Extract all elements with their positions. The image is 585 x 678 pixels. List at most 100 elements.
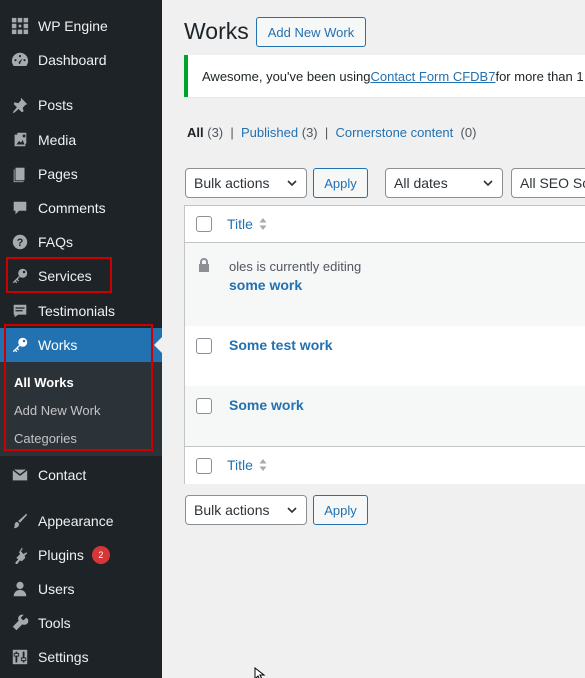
sidebar-item-label: FAQs [38,234,74,250]
settings-icon [10,647,30,667]
select-value: Bulk actions [194,502,270,518]
submenu-categories[interactable]: Categories [14,431,77,446]
sidebar-item-faqs[interactable]: ? FAQs [0,225,162,259]
pin-icon [10,95,30,115]
sidebar-item-pages[interactable]: Pages [0,157,162,191]
sidebar-item-appearance[interactable]: Appearance [0,504,162,538]
wrench-icon [10,613,30,633]
sidebar-item-label: Services [38,268,92,284]
works-submenu: All Works Add New Work Categories [0,362,162,456]
notice-link[interactable]: Contact Form CFDB7 [370,69,495,84]
pages-icon [10,164,30,184]
wpengine-icon [10,16,30,36]
testimonial-icon [10,301,30,321]
select-all-checkbox[interactable] [196,216,212,232]
row-checkbox[interactable] [196,398,212,414]
filter-separator: | [230,125,234,140]
filter-published[interactable]: Published (3) [241,125,318,140]
chevron-down-icon [287,180,297,187]
sidebar-item-settings[interactable]: Settings [0,640,162,674]
sidebar-item-label: Users [38,581,75,597]
key-icon [10,266,30,286]
sidebar-item-testimonials[interactable]: Testimonials [0,294,162,328]
key-icon [10,335,30,355]
select-value: All dates [394,175,448,191]
table-row: Some work [185,386,585,446]
sidebar-item-label: Comments [38,200,106,216]
admin-notice: Awesome, you've been using Contact Form … [184,55,585,97]
sidebar-item-label: Settings [38,649,89,665]
sidebar-item-comments[interactable]: Comments [0,191,162,225]
sidebar-item-label: Testimonials [38,303,116,319]
table-row: Some test work [185,326,585,386]
sidebar-item-tools[interactable]: Tools [0,606,162,640]
sidebar-item-wpengine[interactable]: WP Engine [0,9,162,43]
sidebar-item-label: Appearance [38,513,114,529]
chevron-down-icon [287,507,297,514]
sidebar-item-contact[interactable]: Contact [0,458,162,492]
svg-text:?: ? [17,237,24,249]
filter-cornerstone[interactable]: Cornerstone content (0) [335,125,476,140]
column-label: Title [227,216,253,232]
active-indicator [154,337,162,353]
submenu-add-new-work[interactable]: Add New Work [14,403,100,418]
table-row: oles is currently editing some work [185,243,585,326]
title-column-header[interactable]: Title [227,216,267,232]
sidebar-item-label: Posts [38,97,74,113]
sidebar-item-label: Contact [38,467,87,483]
sidebar-item-label: WP Engine [38,18,108,34]
column-label: Title [227,457,253,473]
row-title-link[interactable]: Some work [229,397,304,413]
sidebar-item-label: Plugins [38,547,84,563]
main-content: Works Add New Work Awesome, you've been … [162,0,585,678]
notice-text-suffix: for more than 1 [495,68,584,84]
sidebar-item-posts[interactable]: Posts [0,88,162,122]
title-column-footer[interactable]: Title [227,457,267,473]
mouse-cursor-icon [254,667,266,678]
sidebar-item-label: Media [38,132,77,148]
works-table: Title oles is currently editing some wor… [184,205,585,484]
status-filters: All (3) | Published (3) | Cornerstone co… [187,125,476,140]
add-new-work-button[interactable]: Add New Work [256,17,366,47]
update-count-badge: 2 [91,546,110,564]
sidebar-item-users[interactable]: Users [0,572,162,606]
apply-button-top[interactable]: Apply [313,168,368,198]
bulk-actions-select-top[interactable]: Bulk actions [185,168,307,198]
sidebar-item-works[interactable]: Works [0,328,162,362]
mail-icon [10,465,30,485]
table-header: Title [185,206,585,243]
admin-sidebar: WP Engine Dashboard Posts Media Pages Co… [0,0,162,678]
dashboard-icon [10,50,30,70]
sort-icon [259,459,267,471]
submenu-all-works[interactable]: All Works [14,375,74,390]
filter-all[interactable]: All (3) [187,125,223,140]
row-title-link[interactable]: Some test work [229,337,332,353]
plugin-icon [10,545,30,565]
row-title-link[interactable]: some work [229,277,302,293]
date-filter-select[interactable]: All dates [385,168,503,198]
sidebar-item-media[interactable]: Media [0,123,162,157]
lock-icon [199,258,209,272]
media-icon [10,130,30,150]
bulk-actions-select-bottom[interactable]: Bulk actions [185,495,307,525]
notice-text: Awesome, you've been using [202,68,371,84]
select-value: Bulk actions [194,175,270,191]
select-value: All SEO Sco [520,175,585,191]
comment-icon [10,198,30,218]
sidebar-item-label: Pages [38,166,78,182]
row-checkbox[interactable] [196,338,212,354]
page-title: Works [184,18,249,44]
sidebar-item-dashboard[interactable]: Dashboard [0,43,162,77]
sidebar-item-plugins[interactable]: Plugins 2 [0,538,162,572]
sidebar-item-services[interactable]: Services [0,259,162,293]
apply-button-bottom[interactable]: Apply [313,495,368,525]
seo-score-select[interactable]: All SEO Sco [511,168,585,198]
sort-icon [259,218,267,230]
filter-separator: | [324,125,329,140]
editing-notice: oles is currently editing [229,259,362,274]
brush-icon [10,511,30,531]
help-icon: ? [10,232,30,252]
select-all-checkbox-bottom[interactable] [196,458,212,474]
sidebar-item-label: Dashboard [38,52,107,68]
sidebar-item-label: Tools [38,615,71,631]
